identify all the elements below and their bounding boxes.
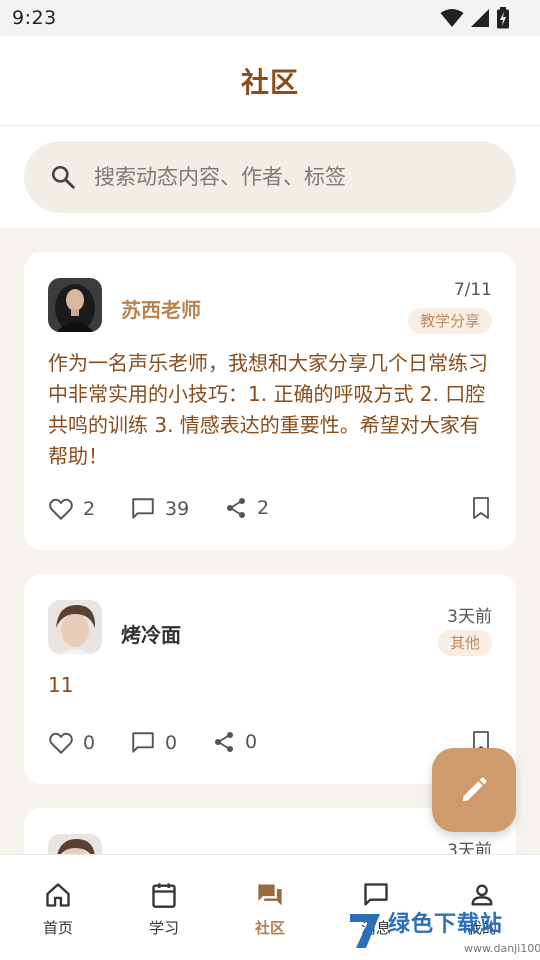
nav-item-home[interactable]: 首页	[4, 855, 112, 960]
search-bar[interactable]	[24, 141, 516, 213]
like-count: 2	[83, 498, 96, 520]
like-button[interactable]: 2	[48, 496, 95, 522]
status-time: 9:23	[12, 7, 57, 29]
community-screen: 9:23 社区 搜索动态内容、作者、标签 苏西老师 7/11 教学分享 作为一名…	[0, 0, 540, 960]
share-button[interactable]: 2	[224, 496, 269, 520]
author-name[interactable]: 苏西老师	[121, 294, 201, 323]
pencil-icon	[462, 777, 487, 802]
heart-icon	[49, 732, 73, 754]
nav-label: 社区	[254, 919, 285, 937]
heart-icon	[49, 498, 73, 520]
wifi-icon	[440, 9, 464, 27]
share-button[interactable]: 0	[212, 730, 257, 754]
author-avatar[interactable]	[48, 278, 102, 332]
share-icon	[215, 732, 233, 752]
watermark: 绿色下载站 www.danji100.com	[344, 904, 540, 960]
comment-count: 0	[165, 732, 178, 754]
category-badge[interactable]: 教学分享	[407, 308, 492, 334]
signal-icon	[471, 9, 489, 27]
comment-button[interactable]: 39	[130, 496, 189, 522]
post-card[interactable]: 苏西老师 7/11 教学分享 作为一名声乐老师，我想和大家分享几个日常练习中非常…	[24, 252, 516, 550]
search-input[interactable]	[94, 165, 494, 189]
status-bar: 9:23	[0, 0, 540, 36]
share-count: 2	[257, 497, 270, 519]
post-date: 3天前	[447, 607, 492, 627]
post-content[interactable]: 作为一名声乐老师，我想和大家分享几个日常练习中非常实用的小技巧：1. 正确的呼吸…	[48, 348, 494, 472]
post-actions: 2 39 2	[48, 496, 492, 526]
post-date: 7/11	[453, 280, 492, 300]
page-title: 社区	[240, 65, 299, 99]
nav-label: 学习	[148, 919, 179, 937]
watermark-url: www.danji100.com	[464, 942, 540, 955]
share-icon	[227, 498, 245, 518]
nav-item-community[interactable]: 社区	[216, 855, 324, 960]
author-avatar[interactable]	[48, 600, 102, 654]
like-button[interactable]: 0	[48, 730, 95, 756]
like-count: 0	[83, 732, 96, 754]
forum-icon	[258, 884, 282, 906]
comment-count: 39	[165, 498, 190, 520]
post-content[interactable]: 11	[48, 670, 494, 701]
search-icon	[51, 165, 75, 189]
nav-label: 首页	[42, 919, 73, 937]
nav-item-study[interactable]: 学习	[110, 855, 218, 960]
calendar-icon	[152, 883, 176, 908]
battery-icon	[497, 7, 509, 29]
share-count: 0	[245, 731, 258, 753]
author-name[interactable]: 烤冷面	[121, 619, 181, 648]
watermark-logo	[350, 914, 380, 948]
comment-icon	[132, 498, 154, 519]
category-badge[interactable]: 其他	[437, 630, 492, 656]
bookmark-button[interactable]	[470, 496, 492, 520]
comment-icon	[132, 732, 154, 753]
status-icons	[440, 7, 510, 29]
home-icon	[46, 883, 70, 907]
comment-button[interactable]: 0	[130, 730, 177, 756]
post-actions: 0 0 0	[48, 730, 492, 760]
search-area	[0, 126, 540, 228]
bookmark-icon	[473, 497, 489, 519]
app-header: 社区	[0, 36, 540, 126]
watermark-text: 绿色下载站	[388, 912, 504, 937]
new-post-button[interactable]	[432, 748, 516, 832]
